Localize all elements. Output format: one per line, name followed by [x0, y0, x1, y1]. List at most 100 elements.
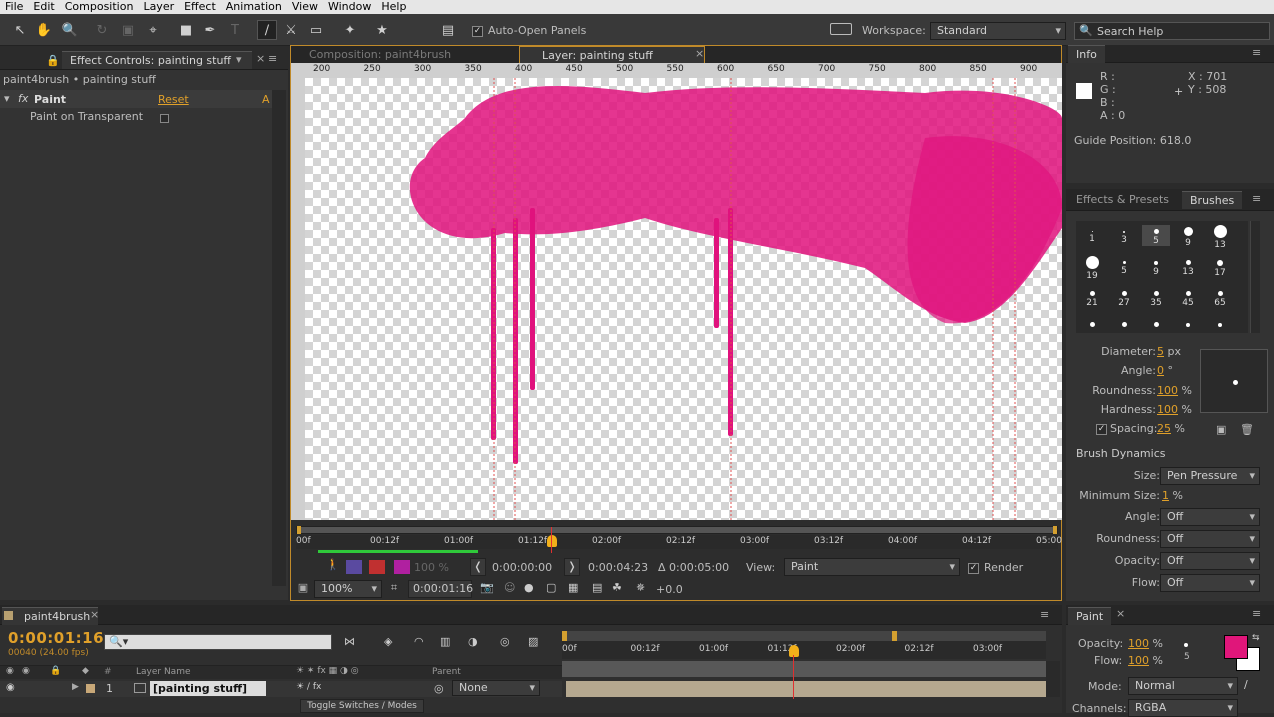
brush-tip[interactable]: 27 — [1110, 287, 1138, 308]
brush-tip[interactable] — [1142, 318, 1170, 329]
brush-tip[interactable] — [1174, 318, 1202, 329]
timeline-scrollbar[interactable] — [1046, 661, 1060, 697]
trash-icon[interactable]: 🗑 — [1240, 423, 1254, 436]
rectangle-tool-icon[interactable]: ■ — [176, 20, 196, 40]
dyn-opacity-dropdown[interactable]: Off — [1160, 552, 1260, 570]
tab-composition[interactable]: Composition: paint4brush — [301, 46, 459, 64]
panel-menu-icon[interactable]: ≡ — [1252, 607, 1261, 620]
brush-tip[interactable] — [1206, 318, 1234, 329]
set-in-point-icon[interactable]: ❬ — [470, 558, 486, 576]
chevron-down-icon[interactable]: ▾ — [236, 53, 242, 66]
effect-controls-scrollbar[interactable] — [272, 90, 286, 586]
current-time-indicator[interactable] — [547, 535, 557, 547]
region-of-interest-icon[interactable]: ⌗ — [386, 581, 402, 597]
pick-whip-icon[interactable]: ◎ — [434, 682, 444, 695]
menu-window[interactable]: Window — [323, 0, 376, 14]
fx-icon[interactable]: fx — [18, 92, 28, 105]
tab-timeline[interactable]: paint4brush — [2, 607, 99, 625]
visibility-icon[interactable]: ◉ — [6, 682, 15, 693]
foreground-color-swatch[interactable] — [1224, 635, 1248, 659]
brush-grid-scrollbar[interactable] — [1250, 221, 1260, 333]
brush-tip[interactable]: 13 — [1174, 256, 1202, 277]
brush-tip[interactable]: 21 — [1078, 287, 1106, 308]
brush-tip[interactable]: 5 — [1110, 256, 1138, 276]
auto-open-checkbox[interactable]: ✓ — [472, 24, 483, 37]
dyn-size-dropdown[interactable]: Pen Pressure — [1160, 467, 1260, 485]
zoom-tool-icon[interactable]: 🔍 — [60, 20, 80, 40]
about-link[interactable]: A — [262, 93, 270, 106]
menu-file[interactable]: File — [0, 0, 28, 14]
work-area-bar[interactable] — [296, 526, 1058, 534]
zoom-dropdown[interactable]: 100% — [314, 580, 382, 598]
reset-link[interactable]: Reset — [158, 93, 189, 106]
viewer-time-ruler[interactable]: 00f 00:12f 01:00f 01:12f 02:00f 02:12f 03:00f 0… — [296, 535, 1062, 549]
close-icon[interactable]: × — [90, 608, 99, 621]
dyn-roundness-dropdown[interactable]: Off — [1160, 530, 1260, 548]
eyedropper-icon[interactable]: ∕ — [1244, 678, 1248, 691]
workspace-dropdown[interactable]: Standard — [930, 22, 1066, 40]
angle-value[interactable]: 0 — [1157, 364, 1164, 377]
current-time-field[interactable]: 0:00:01:16 — [408, 580, 473, 598]
dyn-angle-dropdown[interactable]: Off — [1160, 508, 1260, 526]
render-checkbox[interactable]: ✓ — [968, 561, 979, 574]
onion-skin-icon[interactable]: 🚶 — [324, 558, 342, 576]
brainstorm-icon[interactable]: ▨ — [528, 635, 538, 648]
alpha-channel-icon[interactable] — [369, 560, 385, 574]
channels-dropdown[interactable]: RGBA — [1128, 699, 1238, 717]
brush-tip[interactable]: 17 — [1206, 256, 1234, 278]
layer-switches-icon[interactable]: ☀ / fx — [296, 682, 321, 692]
new-brush-icon[interactable]: ▣ — [1216, 423, 1226, 436]
effect-row-paint[interactable]: ▾ fx Paint Reset A — [0, 90, 272, 108]
menu-layer[interactable]: Layer — [138, 0, 179, 14]
tab-paint[interactable]: Paint — [1068, 607, 1112, 625]
paint-opacity-value[interactable]: 100 — [1128, 637, 1149, 650]
timeline-time-ruler[interactable]: 00f 00:12f 01:00f 01:12f 02:00f 02:12f 03:00f — [562, 641, 1046, 659]
brush-tip[interactable]: 13 — [1206, 225, 1234, 250]
motion-blur-icon[interactable]: ◑ — [468, 635, 478, 648]
dyn-flow-dropdown[interactable]: Off — [1160, 574, 1260, 592]
brush-tip[interactable]: 9 — [1174, 225, 1202, 248]
menu-view[interactable]: View — [287, 0, 323, 14]
panel-menu-icon[interactable]: ≡ — [1252, 192, 1261, 205]
set-out-point-icon[interactable]: ❭ — [564, 558, 580, 576]
work-area-end-handle[interactable] — [1053, 526, 1057, 534]
paint-flow-value[interactable]: 100 — [1128, 654, 1149, 667]
brush-tip[interactable] — [1110, 318, 1138, 329]
layer-row-1[interactable]: ◉ ▶ 1 [painting stuff] ☀ / fx ◎ None — [0, 680, 562, 697]
tab-effect-controls[interactable]: Effect Controls: painting stuff — [62, 51, 252, 69]
brush-tip[interactable]: 9 — [1142, 256, 1170, 277]
transparency-grid-icon[interactable]: ▦ — [568, 581, 578, 594]
pen-tool-icon[interactable]: ✒ — [200, 20, 220, 40]
brush-tip[interactable]: 3 — [1110, 225, 1138, 245]
layer-duration-bar[interactable] — [566, 681, 1046, 697]
paint-mode-dropdown[interactable]: Normal — [1128, 677, 1238, 695]
text-tool-icon[interactable]: T — [225, 20, 245, 40]
brush-tip[interactable] — [1078, 318, 1106, 329]
frame-blending-icon[interactable]: ▥ — [440, 635, 450, 648]
minimum-size-value[interactable]: 1 — [1162, 489, 1169, 502]
toggle-switches-modes-button[interactable]: Toggle Switches / Modes — [300, 699, 424, 713]
spacing-value[interactable]: 25 — [1157, 422, 1171, 435]
exposure-value[interactable]: +0.0 — [656, 583, 683, 596]
brush-tip[interactable]: 1 — [1078, 225, 1106, 244]
close-icon[interactable]: × — [1116, 607, 1125, 620]
layer-name[interactable]: [painting stuff] — [150, 681, 266, 696]
brush-tip-grid[interactable]: 1 3 5 9 13 19 5 9 13 17 21 27 35 45 65 — [1076, 221, 1248, 333]
menu-edit[interactable]: Edit — [28, 0, 59, 14]
fast-preview-icon[interactable]: ☘ — [612, 581, 622, 594]
panel-menu-icon[interactable]: ≡ — [268, 52, 277, 65]
eraser-tool-icon[interactable]: ▭ — [306, 20, 326, 40]
roundness-value[interactable]: 100 — [1157, 384, 1178, 397]
roto-brush-tool-icon[interactable]: ✦ — [340, 20, 360, 40]
menu-animation[interactable]: Animation — [221, 0, 287, 14]
always-preview-icon[interactable]: ▣ — [296, 581, 310, 595]
pan-behind-tool-icon[interactable]: ⌖ — [143, 20, 163, 40]
channel-icon[interactable]: ● — [524, 581, 534, 594]
reset-exposure-icon[interactable]: ▤ — [592, 581, 602, 594]
navigator-start-handle[interactable] — [562, 631, 567, 641]
rotate-tool-icon[interactable]: ↻ — [92, 20, 112, 40]
tab-layer[interactable]: Layer: painting stuff — [519, 46, 705, 64]
brush-tip[interactable]: 19 — [1078, 256, 1106, 281]
view-dropdown[interactable]: Paint — [784, 558, 960, 576]
timeline-time-indicator[interactable] — [789, 645, 799, 657]
